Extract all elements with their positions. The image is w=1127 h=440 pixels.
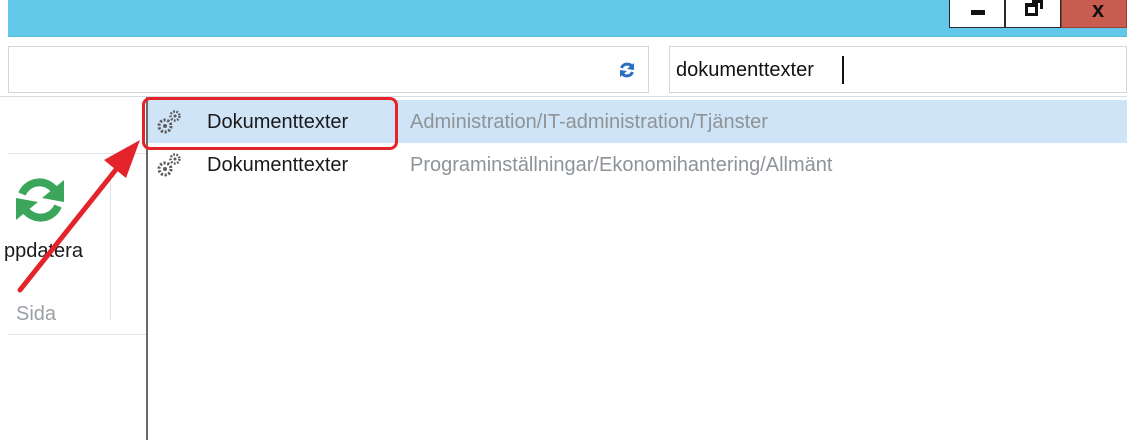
annotation-arrow: [17, 140, 140, 293]
